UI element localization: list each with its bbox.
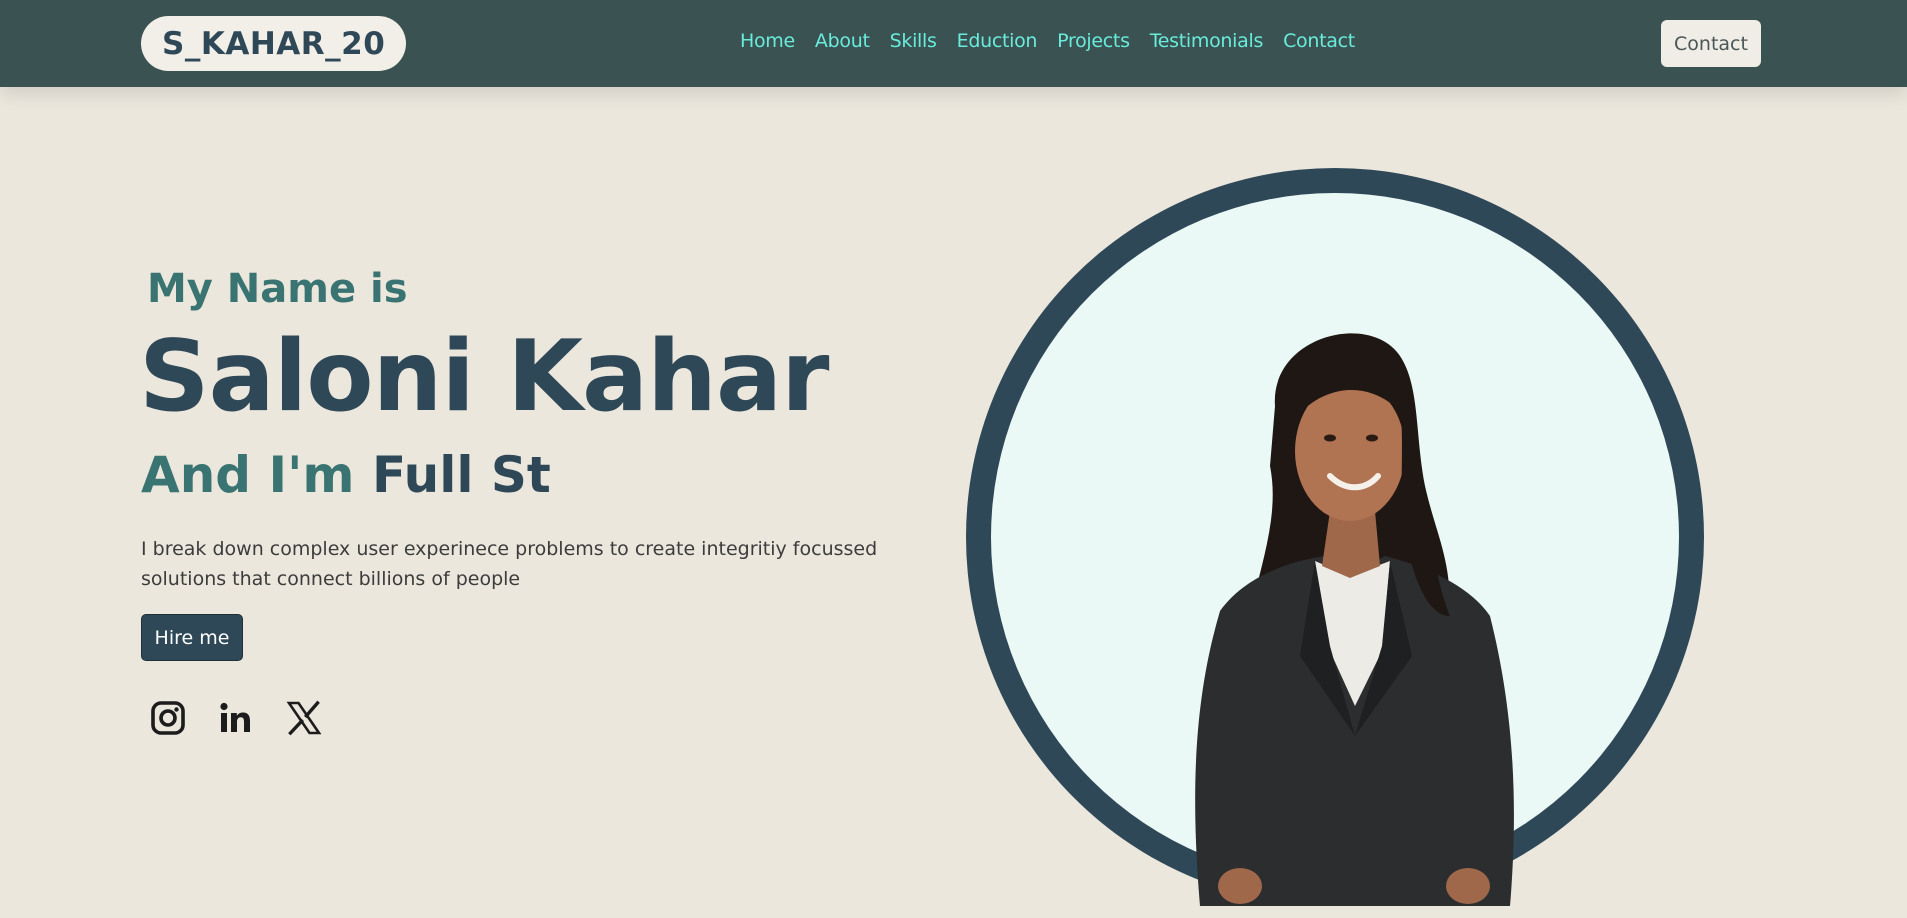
nav-link-about[interactable]: About bbox=[815, 30, 870, 52]
nav-link-education[interactable]: Eduction bbox=[957, 30, 1038, 52]
role-typed-text: Full St bbox=[371, 446, 551, 504]
instagram-icon[interactable] bbox=[150, 698, 186, 738]
profile-photo bbox=[1195, 333, 1514, 906]
nav-link-projects[interactable]: Projects bbox=[1057, 30, 1130, 52]
intro-text: My Name is bbox=[147, 266, 408, 312]
linkedin-icon[interactable] bbox=[218, 698, 254, 738]
brand-logo[interactable]: S_KAHAR_20 bbox=[141, 16, 407, 71]
nav-links: Home About Skills Eduction Projects Test… bbox=[740, 30, 1355, 52]
hero-description: I break down complex user experinece pro… bbox=[141, 538, 878, 590]
navbar: S_KAHAR_20 Home About Skills Eduction Pr… bbox=[0, 0, 1907, 87]
x-icon[interactable] bbox=[286, 698, 322, 738]
role-prefix: And I'm bbox=[141, 446, 355, 504]
contact-button[interactable]: Contact bbox=[1661, 20, 1761, 67]
nav-link-testimonials[interactable]: Testimonials bbox=[1150, 30, 1264, 52]
nav-link-contact[interactable]: Contact bbox=[1283, 30, 1355, 52]
hero-name: Saloni Kahar bbox=[139, 320, 829, 434]
nav-link-skills[interactable]: Skills bbox=[890, 30, 937, 52]
hero-role: And I'm Full St bbox=[141, 446, 551, 504]
social-links bbox=[150, 698, 322, 738]
hire-me-button[interactable]: Hire me bbox=[141, 614, 243, 661]
nav-link-home[interactable]: Home bbox=[740, 30, 795, 52]
